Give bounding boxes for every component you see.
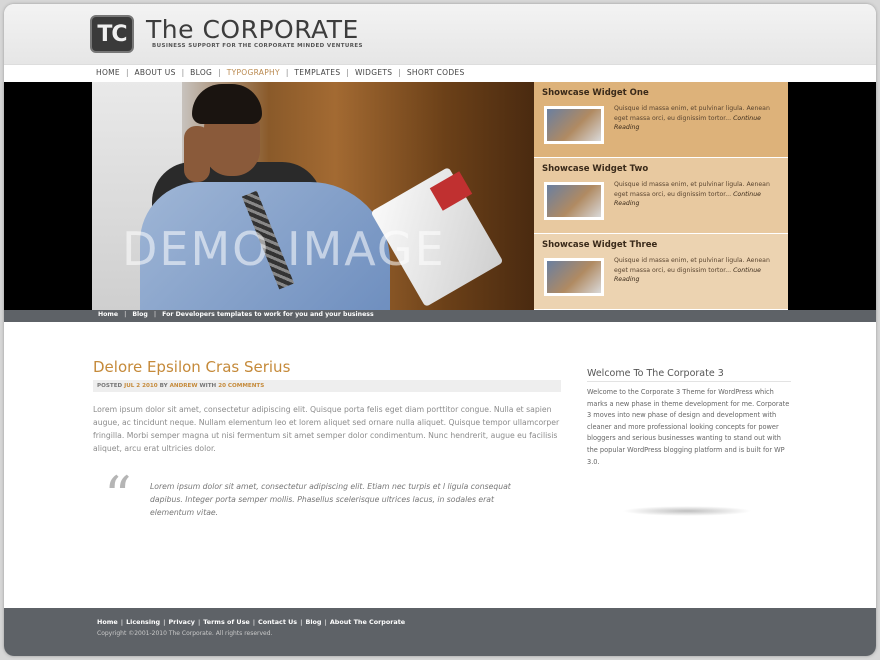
nav-separator: | [218, 68, 221, 77]
footer-separator: | [324, 618, 327, 626]
footer-link-licensing[interactable]: Licensing [126, 618, 160, 626]
meta-posted-label: POSTED [97, 383, 125, 389]
nav-separator: | [181, 68, 185, 77]
main-nav: HOME | ABOUT US | BLOG | TYPOGRAPHY | TE… [4, 64, 876, 82]
widget-thumbnail[interactable] [544, 182, 604, 220]
widget-excerpt: Quisque id massa enim, et pulvinar ligul… [614, 180, 776, 209]
site-tagline: BUSINESS SUPPORT FOR THE CORPORATE MINDE… [152, 43, 363, 49]
showcase-widget: Showcase Widget Two Quisque id massa eni… [534, 158, 788, 234]
sidebar-divider [587, 381, 791, 382]
nav-item-short-codes[interactable]: SHORT CODES [407, 68, 465, 77]
nav-item-widgets[interactable]: WIDGETS [355, 68, 392, 77]
hero-band: DEMO IMAGE Showcase Widget One Quisque i… [4, 82, 876, 310]
site-header: TC The CORPORATE BUSINESS SUPPORT FOR TH… [4, 4, 876, 64]
logo-icon[interactable]: TC [90, 15, 134, 53]
nav-item-about-us[interactable]: ABOUT US [134, 68, 175, 77]
breadcrumb-separator: | [153, 311, 157, 318]
widget-excerpt: Quisque id massa enim, et pulvinar ligul… [614, 256, 776, 285]
footer-link-blog[interactable]: Blog [305, 618, 321, 626]
person-hair [192, 84, 262, 124]
post-date[interactable]: JUL 2 2010 [124, 383, 158, 389]
widget-title[interactable]: Showcase Widget Two [542, 164, 780, 174]
footer-link-terms[interactable]: Terms of Use [203, 618, 249, 626]
widget-thumbnail[interactable] [544, 258, 604, 296]
meta-by-label: BY [157, 383, 170, 389]
nav-item-typography[interactable]: TYPOGRAPHY [227, 68, 280, 77]
sidebar-shadow [622, 506, 752, 516]
footer-separator: | [120, 618, 124, 626]
breadcrumb-current: For Developers templates to work for you… [162, 311, 374, 318]
footer-links: Home | Licensing | Privacy | Terms of Us… [97, 618, 405, 626]
post-body: Lorem ipsum dolor sit amet, consectetur … [93, 405, 560, 453]
footer-separator: | [163, 618, 166, 626]
nav-item-blog[interactable]: BLOG [190, 68, 212, 77]
nav-item-home[interactable]: HOME [96, 68, 120, 77]
nav-separator: | [285, 68, 289, 77]
nav-separator: | [125, 68, 129, 77]
sidebar-title: Welcome To The Corporate 3 [587, 368, 724, 379]
site-title[interactable]: The CORPORATE [146, 15, 359, 44]
demo-image-watermark: DEMO IMAGE [122, 222, 446, 276]
footer-link-privacy[interactable]: Privacy [168, 618, 194, 626]
post-title[interactable]: Delore Epsilon Cras Serius [93, 358, 290, 376]
footer-link-contact[interactable]: Contact Us [258, 618, 297, 626]
quote-icon: “ [104, 465, 132, 528]
sidebar-text: Welcome to the Corporate 3 Theme for Wor… [587, 388, 790, 466]
footer-link-about[interactable]: About The Corporate [330, 618, 405, 626]
widget-title[interactable]: Showcase Widget Three [542, 240, 780, 250]
page-frame: TC The CORPORATE BUSINESS SUPPORT FOR TH… [4, 4, 876, 656]
person-hand [184, 126, 210, 182]
post-meta: POSTED JUL 2 2010 BY ANDREW WITH 20 COMM… [93, 380, 561, 392]
widget-title[interactable]: Showcase Widget One [542, 88, 780, 98]
footer-separator: | [300, 618, 303, 626]
logo-mark-text: TC [97, 21, 127, 47]
site-footer: Home | Licensing | Privacy | Terms of Us… [4, 608, 876, 656]
post-comments-link[interactable]: 20 COMMENTS [218, 383, 264, 389]
hero-image[interactable]: DEMO IMAGE [92, 82, 534, 310]
showcase-widget: Showcase Widget Three Quisque id massa e… [534, 234, 788, 310]
nav-item-templates[interactable]: TEMPLATES [294, 68, 340, 77]
showcase-widget: Showcase Widget One Quisque id massa eni… [534, 82, 788, 158]
breadcrumb-separator: | [124, 311, 127, 318]
footer-separator: | [197, 618, 201, 626]
footer-link-home[interactable]: Home [97, 618, 118, 626]
meta-with-label: WITH [197, 383, 219, 389]
blockquote: Lorem ipsum dolor sit amet, consectetur … [150, 482, 511, 517]
widget-thumbnail[interactable] [544, 106, 604, 144]
footer-separator: | [252, 618, 256, 626]
copyright-text: Copyright ©2001-2010 The Corporate. All … [97, 630, 273, 637]
showcase-widgets: Showcase Widget One Quisque id massa eni… [534, 82, 788, 310]
widget-excerpt: Quisque id massa enim, et pulvinar ligul… [614, 104, 776, 133]
breadcrumb: Home | Blog | For Developers templates t… [4, 310, 876, 322]
nav-separator: | [398, 68, 401, 77]
breadcrumb-home[interactable]: Home [98, 311, 118, 318]
nav-separator: | [346, 68, 349, 77]
breadcrumb-blog[interactable]: Blog [132, 311, 148, 318]
post-author-link[interactable]: ANDREW [170, 383, 198, 389]
